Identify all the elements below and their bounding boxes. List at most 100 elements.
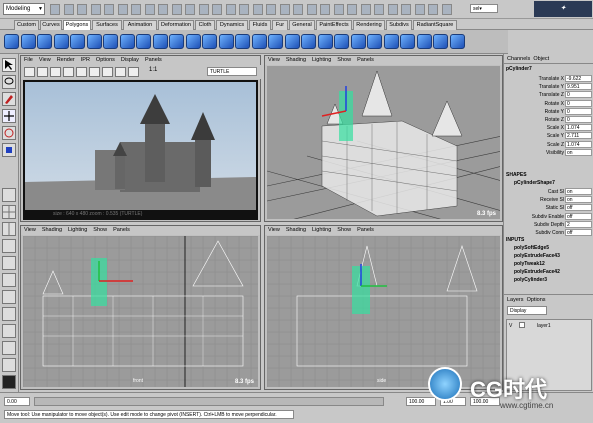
render-toolbar-icon[interactable] xyxy=(63,67,74,77)
shelf-tab-painteffects[interactable]: PaintEffects xyxy=(316,20,352,30)
shelf-tool-icon[interactable] xyxy=(383,34,399,49)
side-menu-shading[interactable]: Shading xyxy=(286,227,306,233)
layers-tab[interactable]: Layers xyxy=(507,297,524,303)
shelf-tool-icon[interactable] xyxy=(301,34,316,49)
persp-menu-lighting[interactable]: Lighting xyxy=(312,57,331,63)
layout-single-icon[interactable] xyxy=(2,188,16,202)
render-toolbar-icon[interactable] xyxy=(24,67,35,77)
renderer-select[interactable]: TURTLE xyxy=(207,67,257,76)
layout-render-icon[interactable] xyxy=(2,341,16,355)
channels-tab[interactable]: Channels xyxy=(507,56,530,62)
status-button-icon[interactable] xyxy=(374,4,384,15)
input-node[interactable]: polyExtrudeFace42 xyxy=(514,269,560,275)
status-button-icon[interactable] xyxy=(333,4,344,15)
render-view-menu-file[interactable]: File xyxy=(24,57,33,63)
channel-attr-value[interactable]: 0 xyxy=(565,116,592,123)
render-toolbar-icon[interactable] xyxy=(102,67,113,77)
shelf-tool-icon[interactable] xyxy=(202,34,217,49)
shelf-tool-icon[interactable] xyxy=(235,34,250,49)
status-button-icon[interactable] xyxy=(212,4,222,15)
shelf-tool-icon[interactable] xyxy=(53,34,69,49)
layout-four-icon[interactable] xyxy=(2,205,16,219)
layer-display-select[interactable]: Display xyxy=(507,306,547,315)
layer-color-swatch[interactable] xyxy=(519,322,525,328)
shelf-tab-surfaces[interactable]: Surfaces xyxy=(92,20,122,30)
persp-viewport[interactable]: 8.3 fps xyxy=(267,66,500,219)
render-toolbar-icon[interactable] xyxy=(115,67,126,77)
status-button-icon[interactable] xyxy=(225,4,236,15)
select-tool-icon[interactable] xyxy=(2,58,16,72)
render-toolbar-icon[interactable] xyxy=(89,67,100,77)
shape-attr-value[interactable]: 2 xyxy=(565,220,592,228)
status-button-icon[interactable] xyxy=(239,4,249,15)
shelf-tab-fluids[interactable]: Fluids xyxy=(249,20,271,30)
status-button-icon[interactable] xyxy=(441,4,452,15)
status-button-icon[interactable] xyxy=(279,4,290,15)
status-button-icon[interactable] xyxy=(104,4,114,15)
status-button-icon[interactable] xyxy=(117,4,128,15)
front-menu-panels[interactable]: Panels xyxy=(113,227,130,233)
channel-attr-value[interactable]: -9.622 xyxy=(565,75,592,82)
range-slider[interactable] xyxy=(34,397,384,406)
shelf-tool-icon[interactable] xyxy=(400,34,415,49)
layout-uv-icon[interactable] xyxy=(2,307,16,321)
status-button-icon[interactable] xyxy=(360,4,371,15)
layout-two-icon[interactable] xyxy=(2,222,16,236)
shelf-tool-icon[interactable] xyxy=(284,34,300,49)
scale-tool-icon[interactable] xyxy=(2,143,16,157)
status-button-icon[interactable] xyxy=(401,4,411,15)
status-button-icon[interactable] xyxy=(77,4,87,15)
channel-attr-value[interactable]: 9.951 xyxy=(565,83,592,91)
shelf-tab-polygons[interactable]: Polygons xyxy=(63,20,91,30)
status-button-icon[interactable] xyxy=(320,4,330,15)
shelf-tool-icon[interactable] xyxy=(317,34,333,49)
shelf-tab-animation[interactable]: Animation xyxy=(123,20,157,30)
shelf-tab-general[interactable]: General xyxy=(289,20,315,30)
render-toolbar-icon[interactable] xyxy=(50,67,61,77)
object-tab[interactable]: Object xyxy=(533,56,549,62)
layout-custom-icon[interactable] xyxy=(2,358,16,372)
render-view-menu-options[interactable]: Options xyxy=(96,57,115,63)
front-menu-lighting[interactable]: Lighting xyxy=(68,227,87,233)
layer-name[interactable]: layer1 xyxy=(537,323,551,329)
shelf-tab-fur[interactable]: Fur xyxy=(272,20,288,30)
shelf-tab-subdivs[interactable]: Subdivs xyxy=(386,20,412,30)
status-button-icon[interactable] xyxy=(185,4,195,15)
shelf-tab-radiantsquare[interactable]: RadiantSquare xyxy=(413,20,457,30)
shelf-tool-icon[interactable] xyxy=(152,34,168,49)
render-view-menu-ipr[interactable]: IPR xyxy=(81,57,90,63)
input-node[interactable]: polyCylinder3 xyxy=(514,277,547,283)
paint-tool-icon[interactable] xyxy=(2,92,16,106)
shape-attr-value[interactable]: on xyxy=(565,188,592,195)
shape-attr-value[interactable]: off xyxy=(565,229,592,236)
shape-attr-value[interactable]: off xyxy=(565,212,592,220)
mode-menu[interactable]: Modeling ▼ xyxy=(3,3,45,15)
shelf-tab-rendering[interactable]: Rendering xyxy=(353,20,385,30)
shelf-tool-icon[interactable] xyxy=(119,34,135,49)
front-menu-show[interactable]: Show xyxy=(93,227,107,233)
shape-attr-value[interactable]: off xyxy=(565,204,592,212)
shelf-tool-icon[interactable] xyxy=(416,34,432,49)
shelf-tab-dynamics[interactable]: Dynamics xyxy=(216,20,248,30)
render-toolbar-icon[interactable] xyxy=(128,67,139,77)
channel-attr-value[interactable]: 2.711 xyxy=(565,132,592,140)
status-button-icon[interactable] xyxy=(144,4,155,15)
layout-persp-icon[interactable] xyxy=(2,273,16,287)
shelf-tool-icon[interactable] xyxy=(449,34,465,49)
input-node[interactable]: polyTweak12 xyxy=(514,261,545,267)
status-button-icon[interactable] xyxy=(50,4,60,15)
shelf-tool-icon[interactable] xyxy=(169,34,184,49)
channel-attr-value[interactable]: 1.074 xyxy=(565,124,592,132)
status-button-icon[interactable] xyxy=(90,4,101,15)
status-button-icon[interactable] xyxy=(293,4,303,15)
shelf-tool-icon[interactable] xyxy=(350,34,366,49)
status-button-icon[interactable] xyxy=(266,4,276,15)
shelf-tab-cloth[interactable]: Cloth xyxy=(195,20,215,30)
channel-attr-value[interactable]: 0 xyxy=(565,91,592,99)
shelf-tab-curves[interactable]: Curves xyxy=(40,20,62,30)
shelf-tool-icon[interactable] xyxy=(367,34,382,49)
move-tool-icon[interactable] xyxy=(2,109,16,123)
end-time-field[interactable]: 100.00 xyxy=(406,397,436,406)
input-node[interactable]: polySoftEdge5 xyxy=(514,245,549,251)
options-tab[interactable]: Options xyxy=(527,297,546,303)
